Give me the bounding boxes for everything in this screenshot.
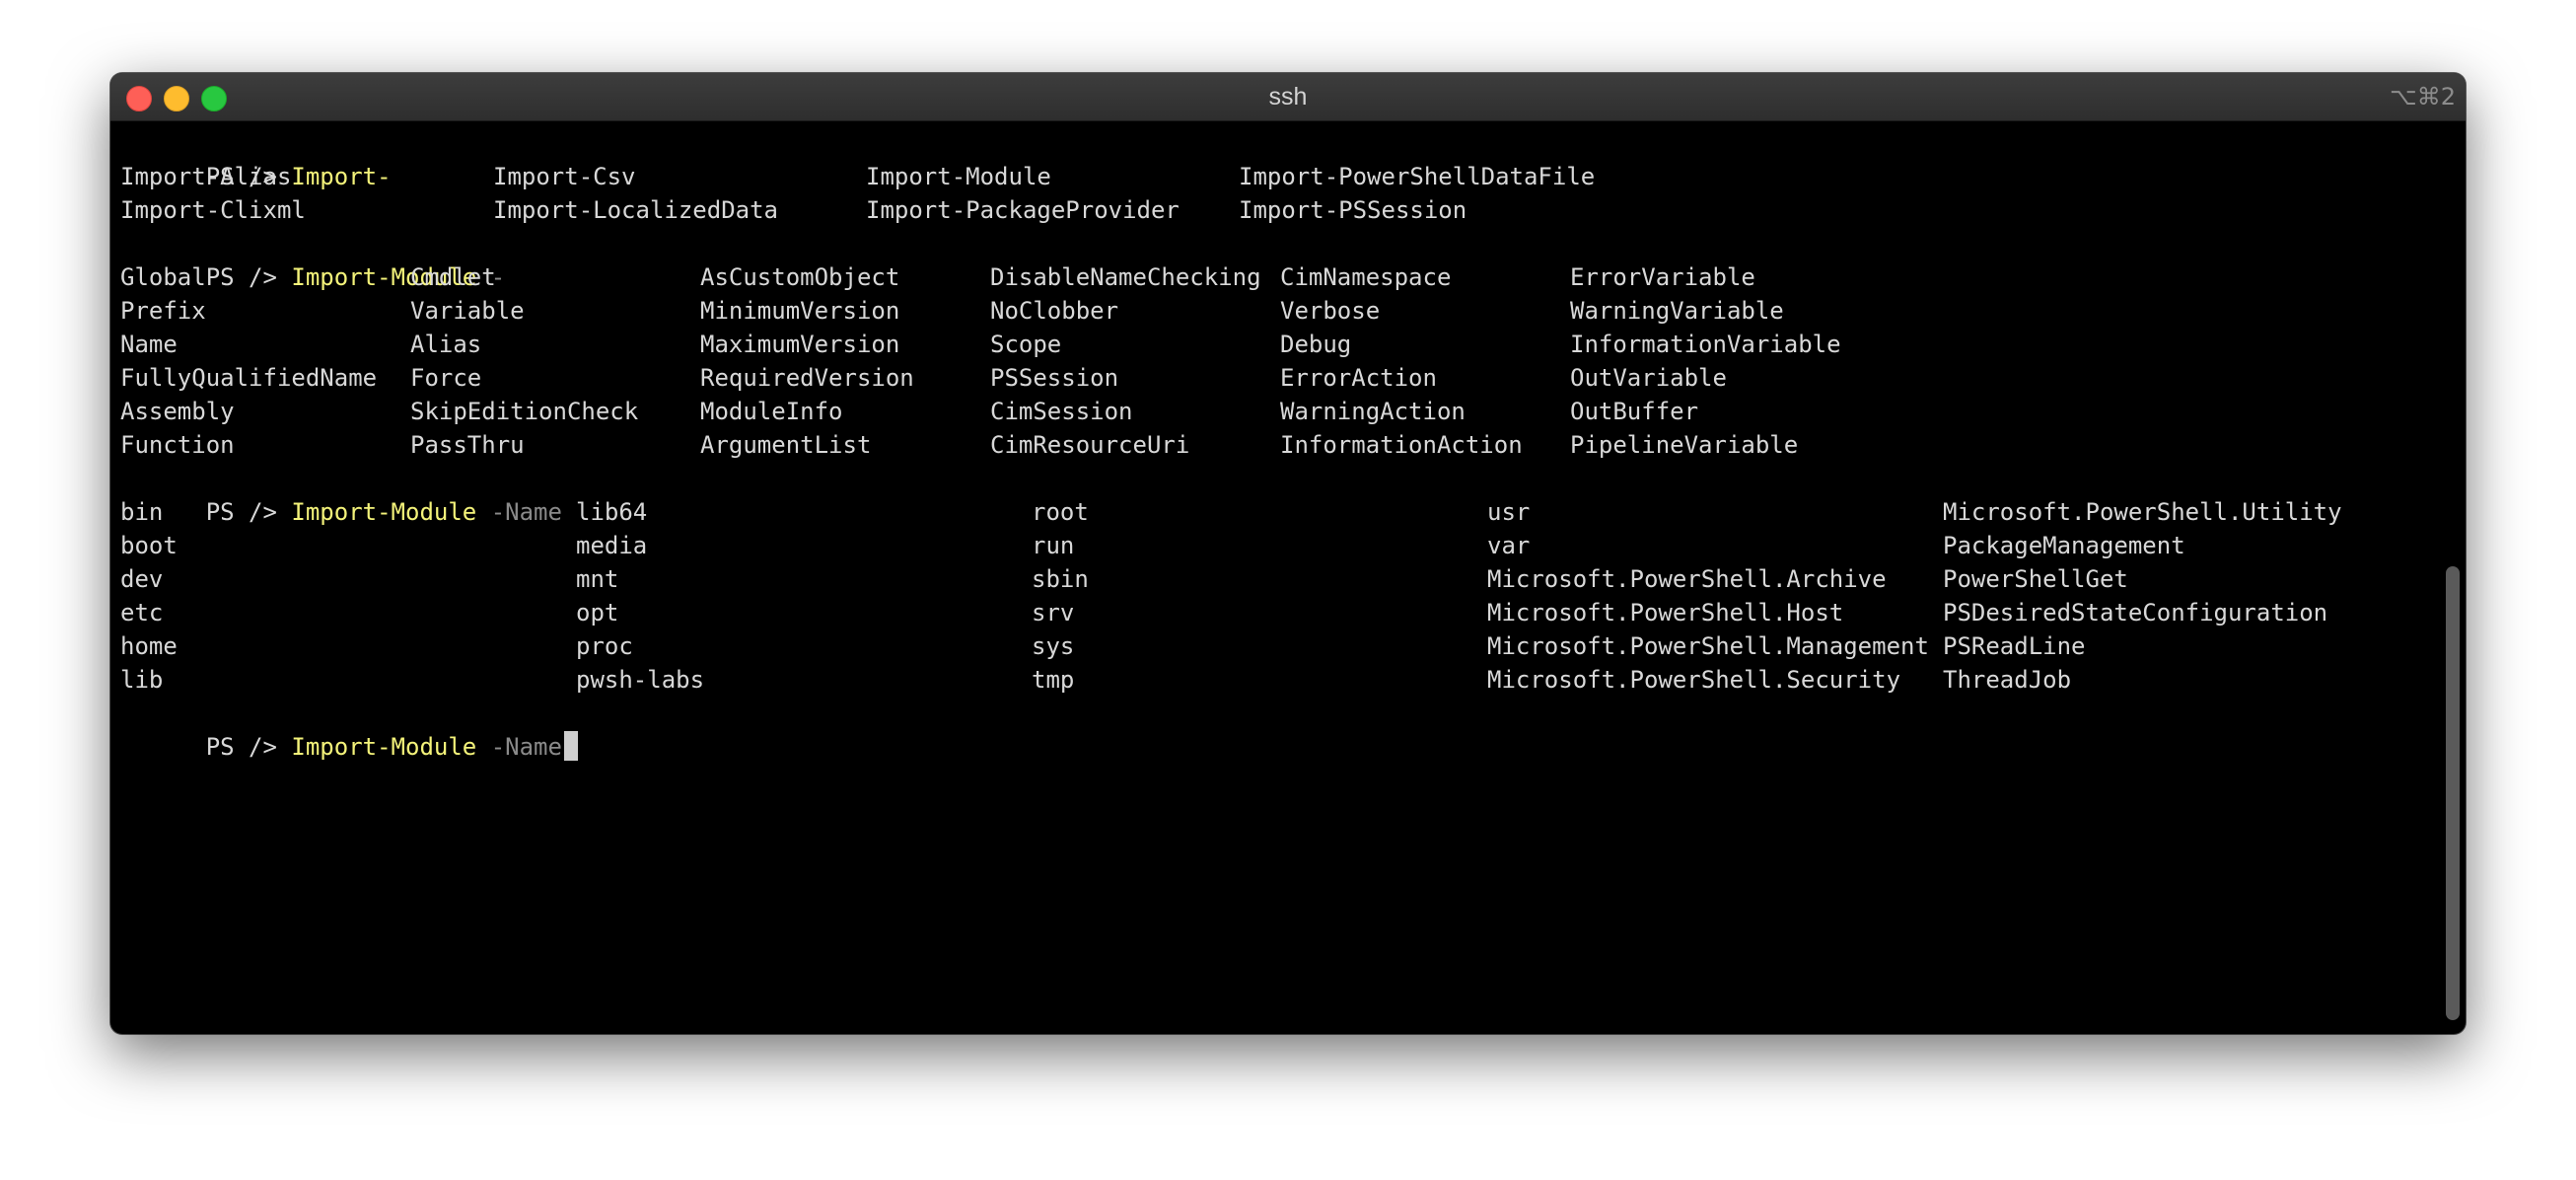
completion-item: ArgumentList xyxy=(700,431,872,459)
completion-item: ModuleInfo xyxy=(700,398,843,425)
completion-item: Import-Alias xyxy=(120,163,292,190)
prompt: PS /> xyxy=(205,498,277,526)
completion-item: Function xyxy=(120,431,235,459)
completion-item: opt xyxy=(576,599,619,627)
completion-item: PassThru xyxy=(410,431,525,459)
completion-item: etc xyxy=(120,599,164,627)
completion-item: Global xyxy=(120,263,206,291)
completion-item: CimNamespace xyxy=(1280,263,1452,291)
completion-item: boot xyxy=(120,532,178,559)
terminal-output[interactable]: PS /> Import- Import-Alias Import-Csv Impo… xyxy=(120,126,2428,1014)
completion-item: InformationVariable xyxy=(1570,331,1841,358)
completion-item: lib xyxy=(120,666,164,694)
completion-item: sbin xyxy=(1032,565,1089,593)
completion-item: Scope xyxy=(990,331,1062,358)
completion-item: dev xyxy=(120,565,164,593)
completion-item: Microsoft.PowerShell.Archive xyxy=(1487,565,1887,593)
prompt-line-4[interactable]: PS /> Import-Module -Name xyxy=(120,697,578,761)
vertical-scrollbar[interactable] xyxy=(2446,566,2460,1020)
completion-item: run xyxy=(1032,532,1075,559)
completion-item: NoClobber xyxy=(990,297,1119,325)
completion-item: MaximumVersion xyxy=(700,331,900,358)
prompt-line-2: PS /> Import-Module - xyxy=(120,227,505,291)
title-bar[interactable]: ssh ⌥⌘2 xyxy=(110,73,2466,121)
completion-item: bin xyxy=(120,498,164,526)
completion-item: DisableNameChecking xyxy=(990,263,1261,291)
completion-item: home xyxy=(120,632,178,660)
completion-item: usr xyxy=(1487,498,1531,526)
completion-item: mnt xyxy=(576,565,619,593)
completion-item: Import-LocalizedData xyxy=(493,196,778,224)
completion-item: PSReadLine xyxy=(1943,632,2086,660)
prompt: PS /> xyxy=(205,733,277,761)
completion-item: ThreadJob xyxy=(1943,666,2072,694)
prompt-line-3: PS /> Import-Module -Name xyxy=(120,462,562,526)
completion-item: ErrorVariable xyxy=(1570,263,1755,291)
completion-item: Microsoft.PowerShell.Management xyxy=(1487,632,1929,660)
completion-item: pwsh-labs xyxy=(576,666,705,694)
parameter-text: -Name xyxy=(490,733,562,761)
completion-item: AsCustomObject xyxy=(700,263,900,291)
completion-item: PSSession xyxy=(990,364,1119,392)
completion-item: tmp xyxy=(1032,666,1075,694)
completion-item: Microsoft.PowerShell.Security xyxy=(1487,666,1901,694)
completion-item: PowerShellGet xyxy=(1943,565,2128,593)
completion-item: Cmdlet xyxy=(410,263,496,291)
completion-item: Import-PSSession xyxy=(1239,196,1467,224)
completion-item: Assembly xyxy=(120,398,235,425)
completion-item: Prefix xyxy=(120,297,206,325)
completion-item: root xyxy=(1032,498,1089,526)
completion-item: media xyxy=(576,532,648,559)
command-text: Import- xyxy=(291,163,392,190)
completion-item: Alias xyxy=(410,331,482,358)
completion-item: PackageManagement xyxy=(1943,532,2185,559)
completion-item: Import-PackageProvider xyxy=(866,196,1180,224)
completion-item: Import-Csv xyxy=(493,163,636,190)
completion-item: RequiredVersion xyxy=(700,364,914,392)
completion-item: Variable xyxy=(410,297,525,325)
completion-item: ErrorAction xyxy=(1280,364,1437,392)
completion-item: proc xyxy=(576,632,633,660)
completion-item: Import-PowerShellDataFile xyxy=(1239,163,1596,190)
completion-item: Import-Module xyxy=(866,163,1051,190)
prompt: PS /> xyxy=(205,263,277,291)
completion-item: FullyQualifiedName xyxy=(120,364,378,392)
completion-item: OutBuffer xyxy=(1570,398,1699,425)
completion-item: SkipEditionCheck xyxy=(410,398,639,425)
terminal-window: ssh ⌥⌘2 PS /> Import- Import-Alias Import… xyxy=(110,73,2466,1034)
completion-item: Import-Clixml xyxy=(120,196,306,224)
window-title: ssh xyxy=(1268,83,1308,111)
completion-item: Microsoft.PowerShell.Host xyxy=(1487,599,1844,627)
completion-item: InformationAction xyxy=(1280,431,1523,459)
prompt-line-1: PS /> Import- xyxy=(120,126,392,190)
command-text: Import-Module xyxy=(291,733,477,761)
completion-item: WarningVariable xyxy=(1570,297,1784,325)
command-text: Import-Module xyxy=(291,498,477,526)
completion-item: Name xyxy=(120,331,178,358)
completion-item: lib64 xyxy=(576,498,648,526)
completion-item: CimSession xyxy=(990,398,1133,425)
completion-item: OutVariable xyxy=(1570,364,1727,392)
completion-item: WarningAction xyxy=(1280,398,1466,425)
window-shortcut: ⌥⌘2 xyxy=(2390,83,2456,111)
completion-item: CimResourceUri xyxy=(990,431,1190,459)
completion-item: PSDesiredStateConfiguration xyxy=(1943,599,2328,627)
completion-item: Debug xyxy=(1280,331,1352,358)
completion-item: PipelineVariable xyxy=(1570,431,1799,459)
completion-item: var xyxy=(1487,532,1531,559)
text-cursor xyxy=(563,731,578,761)
completion-item: Microsoft.PowerShell.Utility xyxy=(1943,498,2342,526)
completion-item: Verbose xyxy=(1280,297,1381,325)
completion-item: MinimumVersion xyxy=(700,297,900,325)
completion-item: Force xyxy=(410,364,482,392)
completion-item: sys xyxy=(1032,632,1075,660)
completion-item: srv xyxy=(1032,599,1075,627)
parameter-text: -Name xyxy=(490,498,562,526)
